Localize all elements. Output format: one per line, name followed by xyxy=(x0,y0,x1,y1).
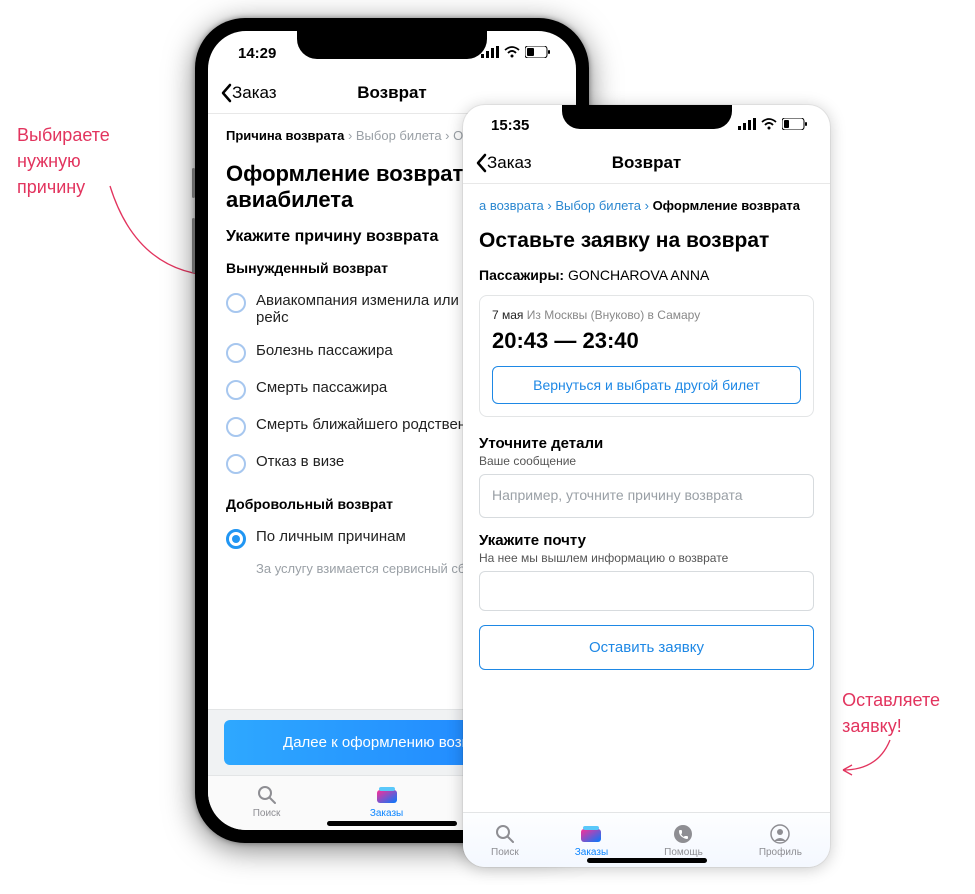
flight-route: 7 мая Из Москвы (Внуково) в Самару xyxy=(492,308,801,322)
breadcrumb-step-2[interactable]: Выбор билета xyxy=(356,128,442,143)
change-ticket-button[interactable]: Вернуться и выбрать другой билет xyxy=(492,366,801,404)
radio-label: Смерть ближайшего родственника xyxy=(256,416,498,433)
arrow-right-icon xyxy=(835,735,895,785)
passenger-line: Пассажиры: GONCHAROVA ANNA xyxy=(479,267,814,283)
nav-back-button[interactable]: Заказ xyxy=(475,153,532,173)
breadcrumb: а возврата › Выбор билета › Оформление в… xyxy=(479,198,814,213)
search-icon xyxy=(493,823,517,845)
tab-label: Профиль xyxy=(759,847,802,858)
wifi-icon xyxy=(761,117,777,134)
radio-icon xyxy=(226,454,246,474)
submit-request-button[interactable]: Оставить заявку xyxy=(479,625,814,670)
signal-icon xyxy=(738,117,756,134)
radio-icon xyxy=(226,380,246,400)
breadcrumb-step-1[interactable]: Причина возврата xyxy=(226,128,344,143)
status-icons xyxy=(738,117,808,134)
tab-orders[interactable]: Заказы xyxy=(575,823,608,858)
breadcrumb-step-1[interactable]: а возврата xyxy=(479,198,544,213)
details-subtitle: Ваше сообщение xyxy=(479,454,814,468)
email-subtitle: На нее мы вышлем информацию о возврате xyxy=(479,551,814,565)
radio-icon xyxy=(226,343,246,363)
tab-label: Заказы xyxy=(575,847,608,858)
orders-icon xyxy=(375,784,399,806)
status-icons xyxy=(481,45,551,62)
passenger-label: Пассажиры: xyxy=(479,267,564,283)
message-input[interactable]: Например, уточните причину возврата xyxy=(479,474,814,518)
radio-label: По личным причинам xyxy=(256,528,406,545)
email-input[interactable] xyxy=(479,571,814,611)
tab-search[interactable]: Поиск xyxy=(491,823,519,858)
flight-time: 20:43 — 23:40 xyxy=(492,328,801,354)
tab-label: Помощь xyxy=(664,847,703,858)
search-icon xyxy=(255,784,279,806)
nav-bar: Заказ Возврат xyxy=(463,145,830,184)
phone-icon xyxy=(671,823,695,845)
radio-label: Болезнь пассажира xyxy=(256,342,393,359)
nav-back-button[interactable]: Заказ xyxy=(220,83,277,103)
radio-label: Отказ в визе xyxy=(256,453,344,470)
radio-label: Смерть пассажира xyxy=(256,379,387,396)
tab-label: Заказы xyxy=(370,808,403,819)
status-time: 14:29 xyxy=(238,45,276,62)
nav-back-label: Заказ xyxy=(232,83,277,103)
annotation-leave-request: Оставляете заявку! xyxy=(842,687,940,739)
home-indicator[interactable] xyxy=(327,821,457,826)
breadcrumb-step-2[interactable]: Выбор билета xyxy=(555,198,641,213)
wifi-icon xyxy=(504,45,520,62)
home-indicator[interactable] xyxy=(587,858,707,863)
orders-icon xyxy=(579,823,603,845)
tab-profile[interactable]: Профиль xyxy=(759,823,802,858)
phone-frame-2: 15:35 Заказ Возврат а возврата › Выбор б… xyxy=(463,105,830,867)
status-time: 15:35 xyxy=(491,117,529,134)
flight-card: 7 мая Из Москвы (Внуково) в Самару 20:43… xyxy=(479,295,814,417)
nav-back-label: Заказ xyxy=(487,153,532,173)
radio-icon xyxy=(226,293,246,313)
main-content: а возврата › Выбор билета › Оформление в… xyxy=(463,184,830,670)
tab-orders[interactable]: Заказы xyxy=(370,784,403,819)
page-title: Оставьте заявку на возврат xyxy=(479,229,814,253)
tab-label: Поиск xyxy=(491,847,519,858)
battery-icon xyxy=(525,45,551,62)
annotation-choose-reason: Выбираете нужную причину xyxy=(17,122,110,200)
details-title: Уточните детали xyxy=(479,435,814,452)
flight-date: 7 мая xyxy=(492,308,523,322)
breadcrumb-step-3[interactable]: Оформление возврата xyxy=(653,198,800,213)
profile-icon xyxy=(768,823,792,845)
notch-icon xyxy=(562,105,732,129)
radio-icon xyxy=(226,417,246,437)
email-title: Укажите почту xyxy=(479,532,814,549)
tab-help[interactable]: Помощь xyxy=(664,823,703,858)
flight-route-text: Из Москвы (Внуково) в Самару xyxy=(527,308,700,322)
radio-selected-icon xyxy=(226,529,246,549)
passenger-name: GONCHAROVA ANNA xyxy=(568,267,709,283)
battery-icon xyxy=(782,117,808,134)
tab-search[interactable]: Поиск xyxy=(253,784,281,819)
notch-icon xyxy=(297,31,487,59)
tab-label: Поиск xyxy=(253,808,281,819)
